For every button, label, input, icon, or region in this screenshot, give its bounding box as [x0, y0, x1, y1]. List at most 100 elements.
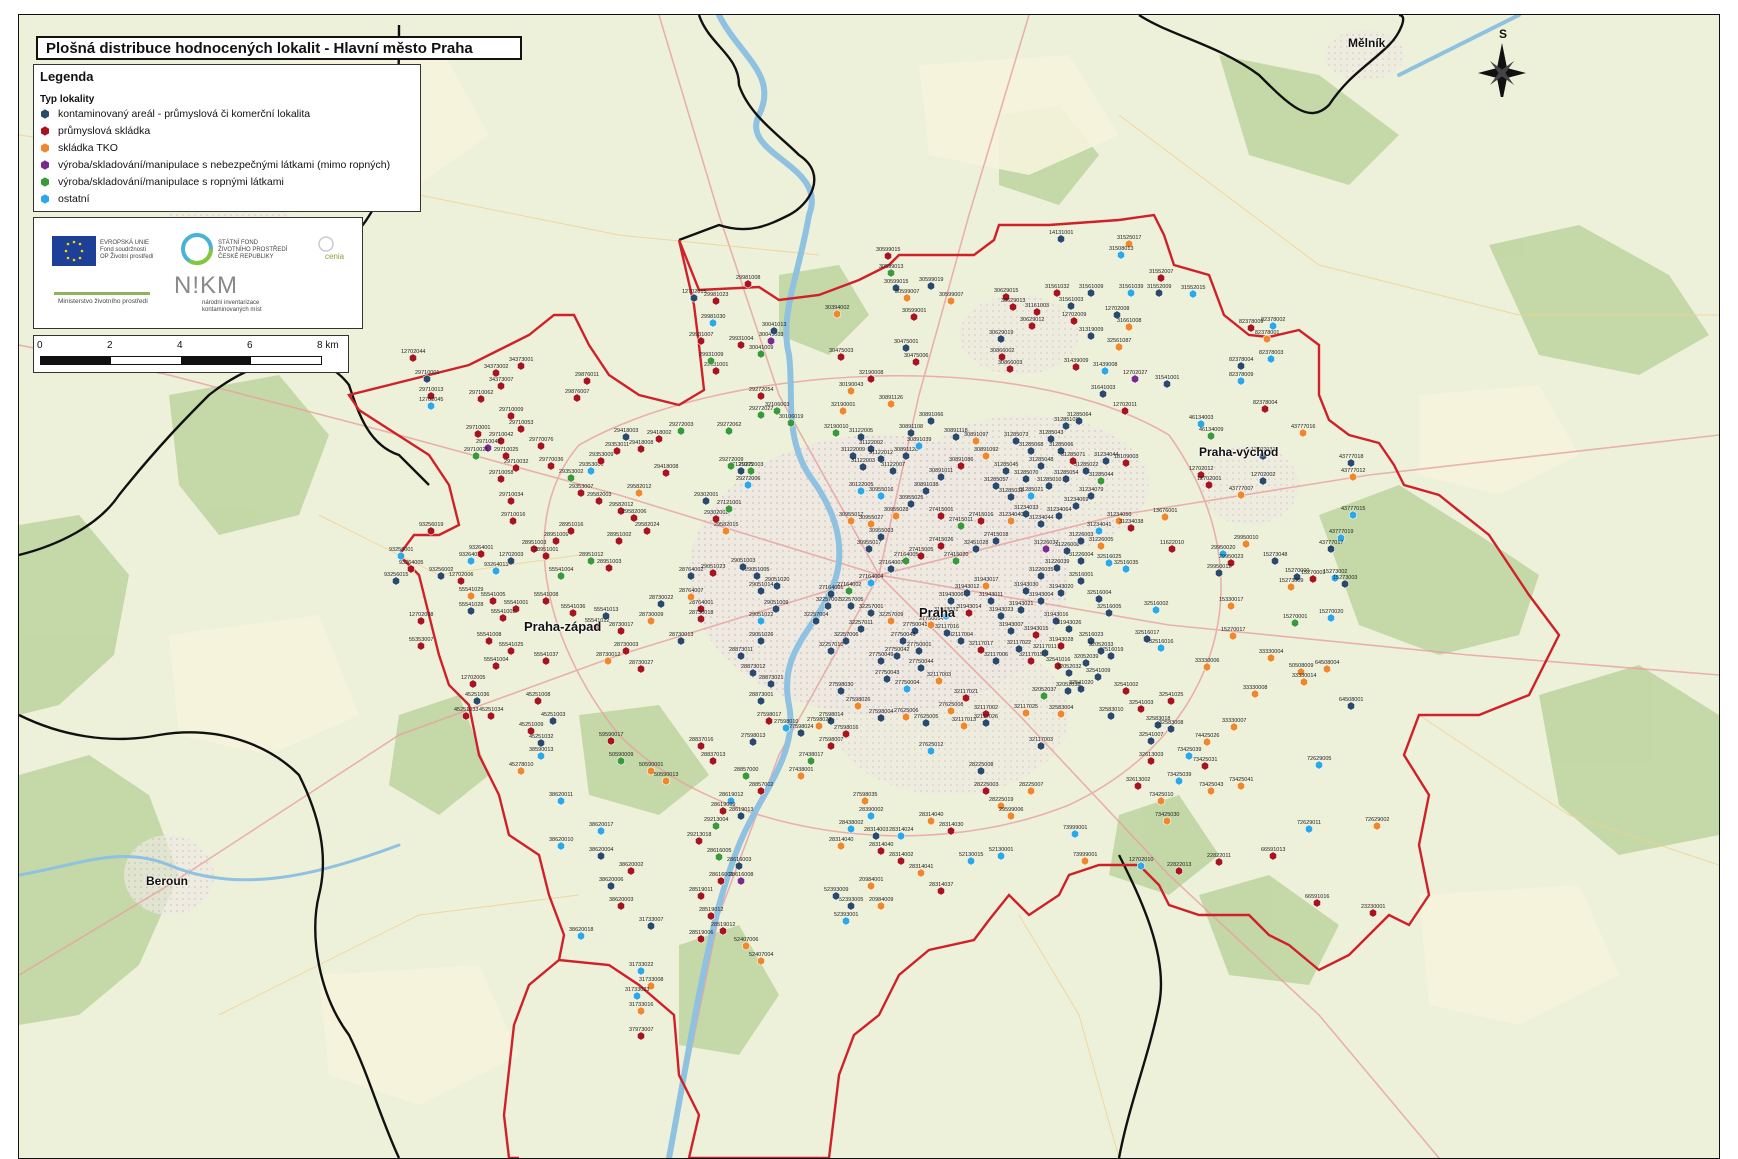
locality-id-label: 31561009	[1079, 284, 1103, 290]
hexagon-marker-icon	[837, 841, 845, 851]
hexagon-marker-icon	[1087, 331, 1095, 341]
hexagon-marker-icon	[877, 901, 885, 911]
hexagon-marker-icon	[1042, 544, 1050, 554]
locality-id-label: 55541002	[491, 609, 515, 615]
locality-id-label: 28314041	[909, 864, 933, 870]
locality-id-label: 22822013	[1167, 862, 1191, 868]
map-title-box: Plošná distribuce hodnocených lokalit - …	[36, 36, 522, 60]
hexagon-marker-icon	[749, 737, 757, 747]
locality-id-label: 38620017	[589, 822, 613, 828]
locality-id-label: 15273003	[1333, 575, 1357, 581]
hexagon-marker-icon	[1070, 316, 1078, 326]
locality-id-label: 27415020	[944, 552, 968, 558]
hexagon-marker-icon	[1267, 653, 1275, 663]
hexagon-marker-icon	[1227, 601, 1235, 611]
locality-id-label: 32052037	[1032, 687, 1056, 693]
hexagon-marker-icon	[903, 684, 911, 694]
locality-id-label: 32613002	[1126, 777, 1150, 783]
locality-id-label: 31943017	[974, 577, 998, 583]
locality-id-label: 29599006	[999, 807, 1023, 813]
locality-id-label: 29931009	[699, 352, 723, 358]
locality-id-label: 37973007	[629, 1027, 653, 1033]
locality-id-label: 29302001	[694, 492, 718, 498]
locality-id-label: 30041009	[749, 345, 773, 351]
sfzp-logo-icon	[181, 233, 213, 265]
hexagon-marker-icon	[507, 496, 515, 506]
locality-id-label: 29950010	[1234, 535, 1258, 541]
locality-id-label: 73999001	[1073, 852, 1097, 858]
locality-id-label: 31561032	[1045, 284, 1069, 290]
hexagon-marker-icon	[467, 591, 475, 601]
hexagon-marker-icon	[709, 318, 717, 328]
hexagon-marker-icon	[867, 608, 875, 618]
hexagon-marker-icon	[927, 746, 935, 756]
hexagon-marker-icon	[887, 564, 895, 574]
hexagon-marker-icon	[842, 916, 850, 926]
hexagon-marker-icon	[1105, 608, 1113, 618]
locality-id-label: 27598026	[846, 697, 870, 703]
hexagon-marker-icon	[707, 911, 715, 921]
hexagon-marker-icon	[709, 756, 717, 766]
locality-id-label: 29710062	[469, 390, 493, 396]
locality-id-label: 31943015	[1024, 626, 1048, 632]
hexagon-marker-icon	[1017, 605, 1025, 615]
scale-tick-label: 4	[177, 340, 183, 351]
hexagon-marker-icon	[839, 406, 847, 416]
hexagon-marker-icon	[637, 444, 645, 454]
hexagon-marker-icon	[1037, 461, 1045, 471]
legend: Legenda Typ lokality kontaminovaný areál…	[33, 64, 421, 212]
locality-id-label: 28314040	[829, 837, 853, 843]
hexagon-marker-icon	[427, 401, 435, 411]
hexagon-marker-icon	[1087, 288, 1095, 298]
hexagon-marker-icon	[489, 596, 497, 606]
locality-id-label: 55541025	[499, 642, 523, 648]
hexagon-marker-icon	[725, 426, 733, 436]
hexagon-marker-icon	[1167, 696, 1175, 706]
locality-id-label: 30599015	[876, 247, 900, 253]
locality-id-label: 32117026	[974, 714, 998, 720]
hexagon-marker-icon	[719, 806, 727, 816]
hexagon-marker-icon	[837, 686, 845, 696]
hexagon-marker-icon	[927, 816, 935, 826]
locality-id-label: 12702027	[1123, 370, 1147, 376]
locality-id-label: 28873001	[749, 692, 773, 698]
hexagon-marker-icon	[427, 526, 435, 536]
locality-id-label: 45251009	[519, 722, 543, 728]
locality-id-label: 82378009	[1239, 319, 1263, 325]
locality-id-label: 29272062	[717, 422, 741, 428]
hexagon-marker-icon	[605, 563, 613, 573]
hexagon-marker-icon	[643, 526, 651, 536]
locality-id-label: 73425041	[1229, 777, 1253, 783]
locality-id-label: 29418002	[647, 430, 671, 436]
legend-title: Legenda	[40, 69, 94, 84]
locality-id-label: 32516016	[1149, 639, 1173, 645]
hexagon-marker-icon	[1155, 288, 1163, 298]
locality-id-label: 55541008	[534, 592, 558, 598]
hexagon-marker-icon	[997, 334, 1005, 344]
locality-id-label: 34373007	[489, 377, 513, 383]
hexagon-marker-icon	[712, 821, 720, 831]
locality-id-label: 55541001	[504, 600, 528, 606]
locality-id-label: 29213004	[704, 817, 728, 823]
locality-id-label: 31285068	[1019, 442, 1043, 448]
hexagon-marker-icon	[982, 718, 990, 728]
locality-id-label: 29710013	[419, 387, 443, 393]
hexagon-marker-icon	[1057, 641, 1065, 651]
hexagon-marker-icon	[613, 446, 621, 456]
hexagon-marker-icon	[1189, 289, 1197, 299]
locality-id-label: 32117017	[969, 641, 993, 647]
hexagon-marker-icon	[807, 756, 815, 766]
locality-id-label: 43777017	[1319, 540, 1343, 546]
hexagon-marker-icon	[1237, 490, 1245, 500]
locality-id-label: 31943028	[1049, 637, 1073, 643]
locality-id-label: 27164001	[819, 585, 843, 591]
locality-id-label: 33330008	[1243, 685, 1267, 691]
hexagon-marker-icon	[1077, 536, 1085, 546]
locality-id-label: 12702008	[1105, 306, 1129, 312]
locality-id-label: 28314037	[929, 882, 953, 888]
legend-subtitle: Typ lokality	[40, 94, 95, 105]
locality-id-label: 30891011	[929, 468, 953, 474]
locality-id-label: 32516004	[1087, 590, 1111, 596]
locality-id-label: 29931007	[689, 332, 713, 338]
locality-id-label: 28730022	[649, 595, 673, 601]
